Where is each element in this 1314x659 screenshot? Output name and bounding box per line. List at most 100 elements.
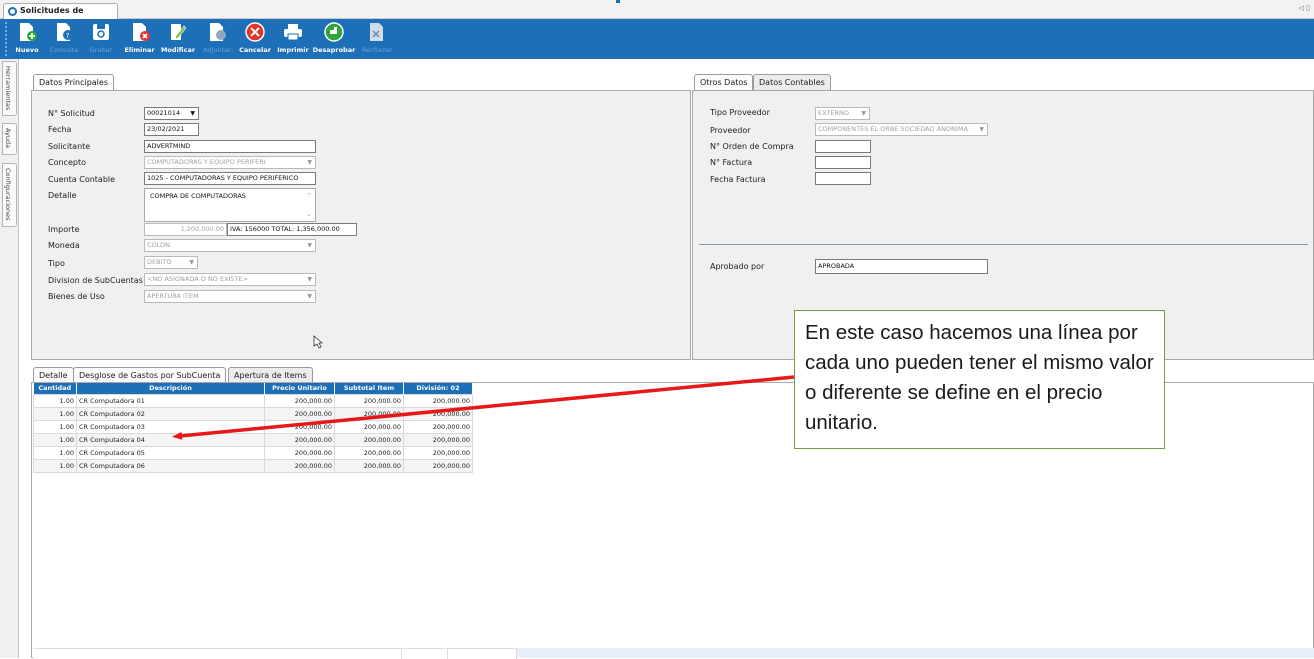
orden-compra-label: N° Orden de Compra bbox=[710, 142, 794, 151]
cell-cantidad: 1.00 bbox=[33, 458, 77, 473]
cell-division: 200,000.00 bbox=[403, 419, 473, 434]
orden-compra-field[interactable] bbox=[815, 140, 871, 153]
cell-division: 200,000.00 bbox=[403, 445, 473, 460]
tab-otros-datos[interactable]: Otros Datos bbox=[694, 74, 754, 90]
cell-precio: 200,000.00 bbox=[264, 445, 335, 460]
header-descripcion[interactable]: Descripción bbox=[76, 383, 265, 394]
tab-configuraciones[interactable]: Configuraciones bbox=[2, 163, 17, 227]
cell-precio: 200,000.00 bbox=[264, 419, 335, 434]
tab-detalle[interactable]: Detalle bbox=[33, 367, 74, 383]
solicitud-label: N° Solicitud bbox=[48, 109, 95, 118]
proveedor-select[interactable]: COMPONENTES EL ORBE SOCIEDAD ANONIMA ▼ bbox=[815, 123, 988, 136]
tipo-value: DEBITO bbox=[147, 258, 172, 266]
fecha-factura-field[interactable] bbox=[815, 172, 871, 185]
tab-herramientas[interactable]: Herramientas bbox=[2, 61, 17, 116]
factura-field[interactable] bbox=[815, 156, 871, 169]
cell-division: 200,000.00 bbox=[403, 393, 473, 408]
table-row[interactable]: 1.00 CR Computadora 01 200,000.00 200,000.0… bbox=[33, 393, 473, 408]
document-search-icon: ? bbox=[57, 23, 73, 41]
tab-apertura-items[interactable]: Apertura de Items bbox=[228, 367, 313, 383]
delete-button[interactable]: Eliminar bbox=[123, 21, 156, 57]
solicitud-select[interactable]: 00021014 ▼ bbox=[144, 107, 199, 120]
concepto-select[interactable]: COMPUTADORAS Y EQUIPO PERIFERI ▼ bbox=[144, 156, 316, 169]
reject-button[interactable]: Rechazar bbox=[359, 21, 395, 57]
side-panel-tabs: Herramientas Ayuda Configuraciones bbox=[0, 59, 19, 658]
modify-button[interactable]: Modificar bbox=[160, 21, 196, 57]
header-precio-unitario[interactable]: Precio Unitario bbox=[264, 383, 335, 394]
mouse-cursor-icon bbox=[313, 335, 323, 349]
table-row[interactable]: 1.00 CR Computadora 05 200,000.00 200,000.0… bbox=[33, 445, 473, 460]
tab-desglose[interactable]: Desglose de Gastos por SubCuenta bbox=[73, 367, 227, 383]
cell-division: 200,000.00 bbox=[403, 458, 473, 473]
chevron-down-icon: ▼ bbox=[307, 242, 312, 249]
moneda-select[interactable]: COLON ▼ bbox=[144, 239, 316, 252]
division-label: Division de SubCuentas bbox=[48, 276, 143, 285]
proveedor-value: COMPONENTES EL ORBE SOCIEDAD ANONIMA bbox=[818, 125, 968, 133]
table-row[interactable]: 1.00 CR Computadora 03 200,000.00 200,000.0… bbox=[33, 419, 473, 434]
division-select[interactable]: <NO ASIGNADA O NO EXISTE> ▼ bbox=[144, 273, 316, 286]
footer-bar bbox=[517, 648, 1314, 658]
title-marker bbox=[616, 0, 620, 3]
cell-subtotal: 200,000.00 bbox=[334, 432, 404, 447]
tipo-proveedor-label: Tipo Proveedor bbox=[710, 108, 770, 117]
callout-text: En este caso hacemos una línea por cada … bbox=[805, 321, 1154, 434]
chevron-down-icon: ▼ bbox=[979, 126, 984, 133]
cell-subtotal: 200,000.00 bbox=[334, 458, 404, 473]
print-button[interactable]: Imprimir bbox=[276, 21, 310, 57]
importe-label: Importe bbox=[48, 225, 80, 234]
new-button[interactable]: Nuevo bbox=[14, 21, 40, 57]
cuenta-contable-label: Cuenta Contable bbox=[48, 175, 116, 184]
datos-principales-panel bbox=[31, 90, 691, 360]
tab-datos-contables[interactable]: Datos Contables bbox=[753, 74, 831, 90]
disapprove-button[interactable]: Desaprobar bbox=[312, 21, 356, 57]
new-label: Nuevo bbox=[15, 46, 39, 54]
cell-cantidad: 1.00 bbox=[33, 406, 77, 421]
aprobado-por-label: Aprobado por bbox=[710, 262, 765, 271]
cell-subtotal: 200,000.00 bbox=[334, 445, 404, 460]
save-button[interactable]: Grabar bbox=[86, 21, 116, 57]
bienes-select[interactable]: APERTURA ITEM ▼ bbox=[144, 290, 316, 303]
delete-label: Eliminar bbox=[124, 46, 155, 54]
detalle-textarea[interactable]: COMPRA DE COMPUTADORAS ⌃ ⌄ bbox=[144, 188, 316, 222]
scroll-down-icon[interactable]: ⌄ bbox=[306, 209, 312, 220]
tipo-label: Tipo bbox=[48, 259, 65, 268]
header-subtotal-item[interactable]: Subtotal Item bbox=[334, 383, 404, 394]
table-row[interactable]: 1.00 CR Computadora 06 200,000.00 200,000.0… bbox=[33, 458, 473, 473]
fecha-field[interactable]: 23/02/2021 bbox=[144, 123, 199, 136]
main-toolbar: Nuevo ? Consulta Grabar Eliminar Modific… bbox=[0, 19, 1314, 59]
save-label: Grabar bbox=[89, 46, 113, 54]
query-button[interactable]: ? Consulta bbox=[46, 21, 82, 57]
header-cantidad[interactable]: Cantidad bbox=[33, 383, 77, 394]
tipo-select[interactable]: DEBITO ▼ bbox=[144, 256, 198, 269]
aprobado-por-field[interactable]: APROBADA bbox=[815, 259, 988, 274]
cell-division: 200,000.00 bbox=[403, 432, 473, 447]
scroll-up-icon[interactable]: ⌃ bbox=[306, 191, 312, 202]
tab-datos-principales[interactable]: Datos Principales bbox=[33, 74, 114, 90]
items-grid[interactable]: Cantidad Descripción Precio Unitario Sub… bbox=[33, 383, 473, 473]
tab-ayuda[interactable]: Ayuda bbox=[2, 123, 17, 155]
solicitante-field[interactable]: ADVERTMIND bbox=[144, 140, 316, 153]
fecha-factura-label: Fecha Factura bbox=[710, 175, 766, 184]
header-division[interactable]: División: 02 bbox=[403, 383, 473, 394]
attach-button[interactable]: Adjuntar bbox=[200, 21, 234, 57]
table-row[interactable]: 1.00 CR Computadora 04 200,000.00 200,000.0… bbox=[33, 432, 473, 447]
cell-descripcion: CR Computadora 01 bbox=[76, 393, 265, 408]
moneda-label: Moneda bbox=[48, 241, 80, 250]
cuenta-contable-field[interactable]: 1025 - COMPUTADORAS Y EQUIPO PERIFERICO bbox=[144, 172, 316, 185]
table-row[interactable]: 1.00 CR Computadora 02 200,000.00 200,000.0… bbox=[33, 406, 473, 421]
tipo-proveedor-value: EXTERNO bbox=[818, 109, 850, 117]
solicitante-label: Solicitante bbox=[48, 142, 91, 151]
document-tab[interactable]: Solicitudes de Gastos bbox=[3, 3, 118, 29]
chevron-down-icon: ▼ bbox=[307, 159, 312, 166]
print-label: Imprimir bbox=[277, 46, 309, 54]
cell-descripcion: CR Computadora 06 bbox=[76, 458, 265, 473]
svg-text:?: ? bbox=[66, 32, 70, 40]
grid-footer bbox=[33, 648, 517, 659]
window-scroll-controls[interactable]: ◁ ▯ bbox=[1299, 4, 1310, 12]
tipo-proveedor-select[interactable]: EXTERNO ▼ bbox=[815, 107, 870, 120]
cell-descripcion: CR Computadora 04 bbox=[76, 432, 265, 447]
importe-field[interactable]: 1,200,000.00 bbox=[144, 223, 227, 236]
cancel-button[interactable]: Cancelar bbox=[238, 21, 272, 57]
toolbar-grip[interactable] bbox=[5, 22, 7, 56]
division-value: <NO ASIGNADA O NO EXISTE> bbox=[147, 275, 249, 283]
